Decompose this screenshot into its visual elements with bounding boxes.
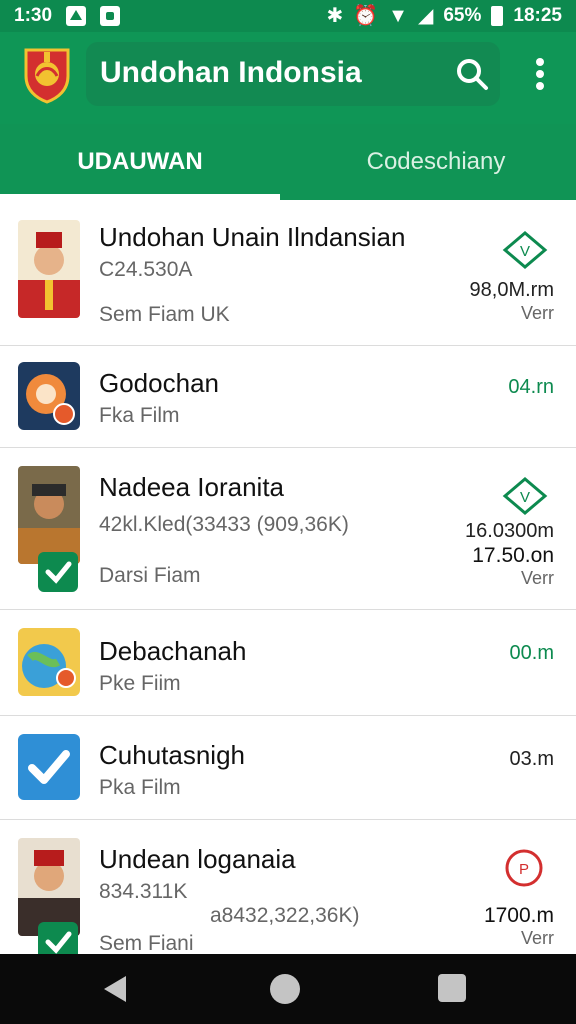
item-detail: Pke Fiim [99,672,181,695]
item-status: Verr [520,928,554,948]
svg-text:V: V [520,243,530,260]
battery-icon [491,6,504,26]
item-status: Verr [520,303,554,323]
app-bar: Undohan Indonsia [0,32,576,124]
list-item[interactable]: Nadeea Ioranita 42kl.Kled(33433 (909,36K… [0,448,576,610]
system-nav-bar [0,954,576,1024]
item-detail: Sem Fiani [99,932,194,954]
item-detail: Pka Film [99,776,181,799]
item-amount-secondary: 17.50.on [472,544,554,567]
search-icon[interactable] [452,54,492,94]
item-title: Debachanah [99,636,247,666]
home-icon[interactable] [270,974,300,1004]
item-status: Verr [520,568,554,588]
recents-icon[interactable] [438,974,466,1002]
item-amount: 1700.m [483,904,554,927]
item-amount: 03.m [509,748,554,770]
svg-text:V: V [520,489,530,506]
app-logo-icon [24,48,70,104]
item-title: Undohan Unain Ilndansian [99,222,406,252]
v-badge-icon: V [502,477,548,515]
notification-icon [66,6,87,26]
tab-bar: UDAUWAN Codeschiany [0,124,576,200]
item-amount: 16.0300m [465,520,554,542]
list-item[interactable]: Debachanah Pke Fiim 00.m [0,610,576,716]
p-badge-icon: P [505,849,543,887]
signal-icon: ◢ [417,5,434,27]
item-title: Undean loganaia [99,844,296,874]
item-detail: 834.311K [99,880,188,903]
list-item[interactable]: Undohan Unain Ilndansian C24.530A Sem Fi… [0,200,576,346]
overflow-menu-icon[interactable] [526,54,554,94]
avatar [18,220,80,318]
item-title: Godochan [99,368,219,398]
app-title: Undohan Indonsia [100,56,362,89]
item-detail: Fka Film [99,404,180,427]
list-item[interactable]: Undean loganaia 834.311K a8432,322,36K) … [0,820,576,954]
alarm-icon: ⏰ [353,5,379,27]
status-bar: 1:30 ✱ ⏰ ▼ ◢ 65% 18:25 [0,0,576,32]
app-icon [18,628,80,696]
tab-codeschiany[interactable]: Codeschiany [296,124,576,200]
battery-percent: 65% [443,5,482,26]
item-title: Cuhutasnigh [99,740,245,770]
v-badge-icon: V [502,231,548,269]
list-item[interactable]: Cuhutasnigh Pka Film 03.m [0,716,576,820]
item-detail: Sem Fiam UK [99,303,230,326]
list-item[interactable]: Godochan Fka Film 04.rn [0,346,576,448]
status-time: 1:30 [14,5,53,26]
tab-udauwan[interactable]: UDAUWAN [0,124,280,200]
bluetooth-icon: ✱ [326,5,344,27]
item-list: Undohan Unain Ilndansian C24.530A Sem Fi… [0,200,576,954]
item-detail: a8432,322,36K) [210,904,360,927]
checkbox-app-icon [18,734,80,800]
item-detail: 42kl.Kled(33433 (909,36K) [99,513,349,536]
back-icon[interactable] [100,974,130,1004]
item-amount: 04.rn [508,376,554,398]
svg-text:P: P [519,861,529,878]
item-title: Nadeea Ioranita [99,472,285,502]
item-detail: C24.530A [99,258,193,281]
item-amount: 98,0M.rm [469,279,554,301]
avatar [18,466,80,564]
notification-icon [100,6,121,26]
wifi-icon: ▼ [388,5,408,27]
verified-check-icon [38,552,78,592]
verified-check-icon [38,922,78,954]
status-clock: 18:25 [513,5,562,26]
item-detail: Darsi Fiam [99,564,201,587]
item-amount: 00.m [509,642,554,664]
app-icon [18,362,80,430]
